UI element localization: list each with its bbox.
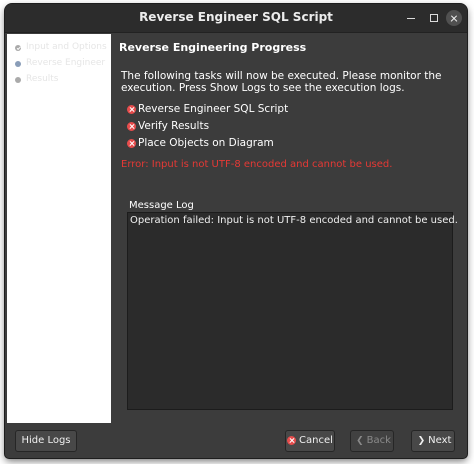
task-label: Place Objects on Diagram xyxy=(138,137,274,149)
step-current-icon xyxy=(15,61,21,67)
chevron-left-icon: ❮ xyxy=(356,436,364,446)
title-bar[interactable]: Reverse Engineer SQL Script xyxy=(5,4,467,33)
error-message: Error: Input is not UTF-8 encoded and ca… xyxy=(121,159,393,170)
page-title: Reverse Engineering Progress xyxy=(119,41,307,54)
close-icon[interactable] xyxy=(446,10,462,26)
next-button[interactable]: ❯ Next xyxy=(411,430,455,452)
description-text: The following tasks will now be executed… xyxy=(121,70,442,94)
message-log-title: Message Log xyxy=(129,200,194,211)
step-label: Results xyxy=(26,74,59,84)
hide-logs-button[interactable]: Hide Logs xyxy=(15,430,77,452)
log-line: Operation failed: Input is not UTF-8 enc… xyxy=(130,215,458,226)
wizard-steps-sidebar: Input and Options Reverse Engineer Resul… xyxy=(7,34,111,423)
message-log[interactable]: Operation failed: Input is not UTF-8 enc… xyxy=(127,212,458,410)
step-pending-icon xyxy=(15,77,21,83)
cancel-icon xyxy=(287,435,297,445)
step-done-icon xyxy=(15,45,21,51)
back-button[interactable]: ❮ Back xyxy=(350,430,394,452)
error-icon xyxy=(127,139,136,148)
step-label: Reverse Engineer xyxy=(26,58,106,68)
next-label: Next xyxy=(428,435,452,446)
task-label: Verify Results xyxy=(138,120,210,132)
cancel-button[interactable]: Cancel xyxy=(285,430,335,452)
task-label: Reverse Engineer SQL Script xyxy=(138,103,289,115)
main-panel: Reverse Engineering Progress The followi… xyxy=(113,34,467,423)
error-icon xyxy=(127,105,136,114)
maximize-icon[interactable] xyxy=(426,10,442,26)
step-label: Input and Options xyxy=(26,42,107,52)
chevron-right-icon: ❯ xyxy=(417,436,426,446)
back-label: Back xyxy=(366,435,391,446)
hide-logs-label: Hide Logs xyxy=(21,435,71,446)
error-icon xyxy=(127,122,136,131)
window-title: Reverse Engineer SQL Script xyxy=(139,10,333,24)
minimize-icon[interactable] xyxy=(403,10,419,26)
cancel-label: Cancel xyxy=(299,435,333,446)
wizard-window: Reverse Engineer SQL Script Input and Op… xyxy=(5,4,467,458)
